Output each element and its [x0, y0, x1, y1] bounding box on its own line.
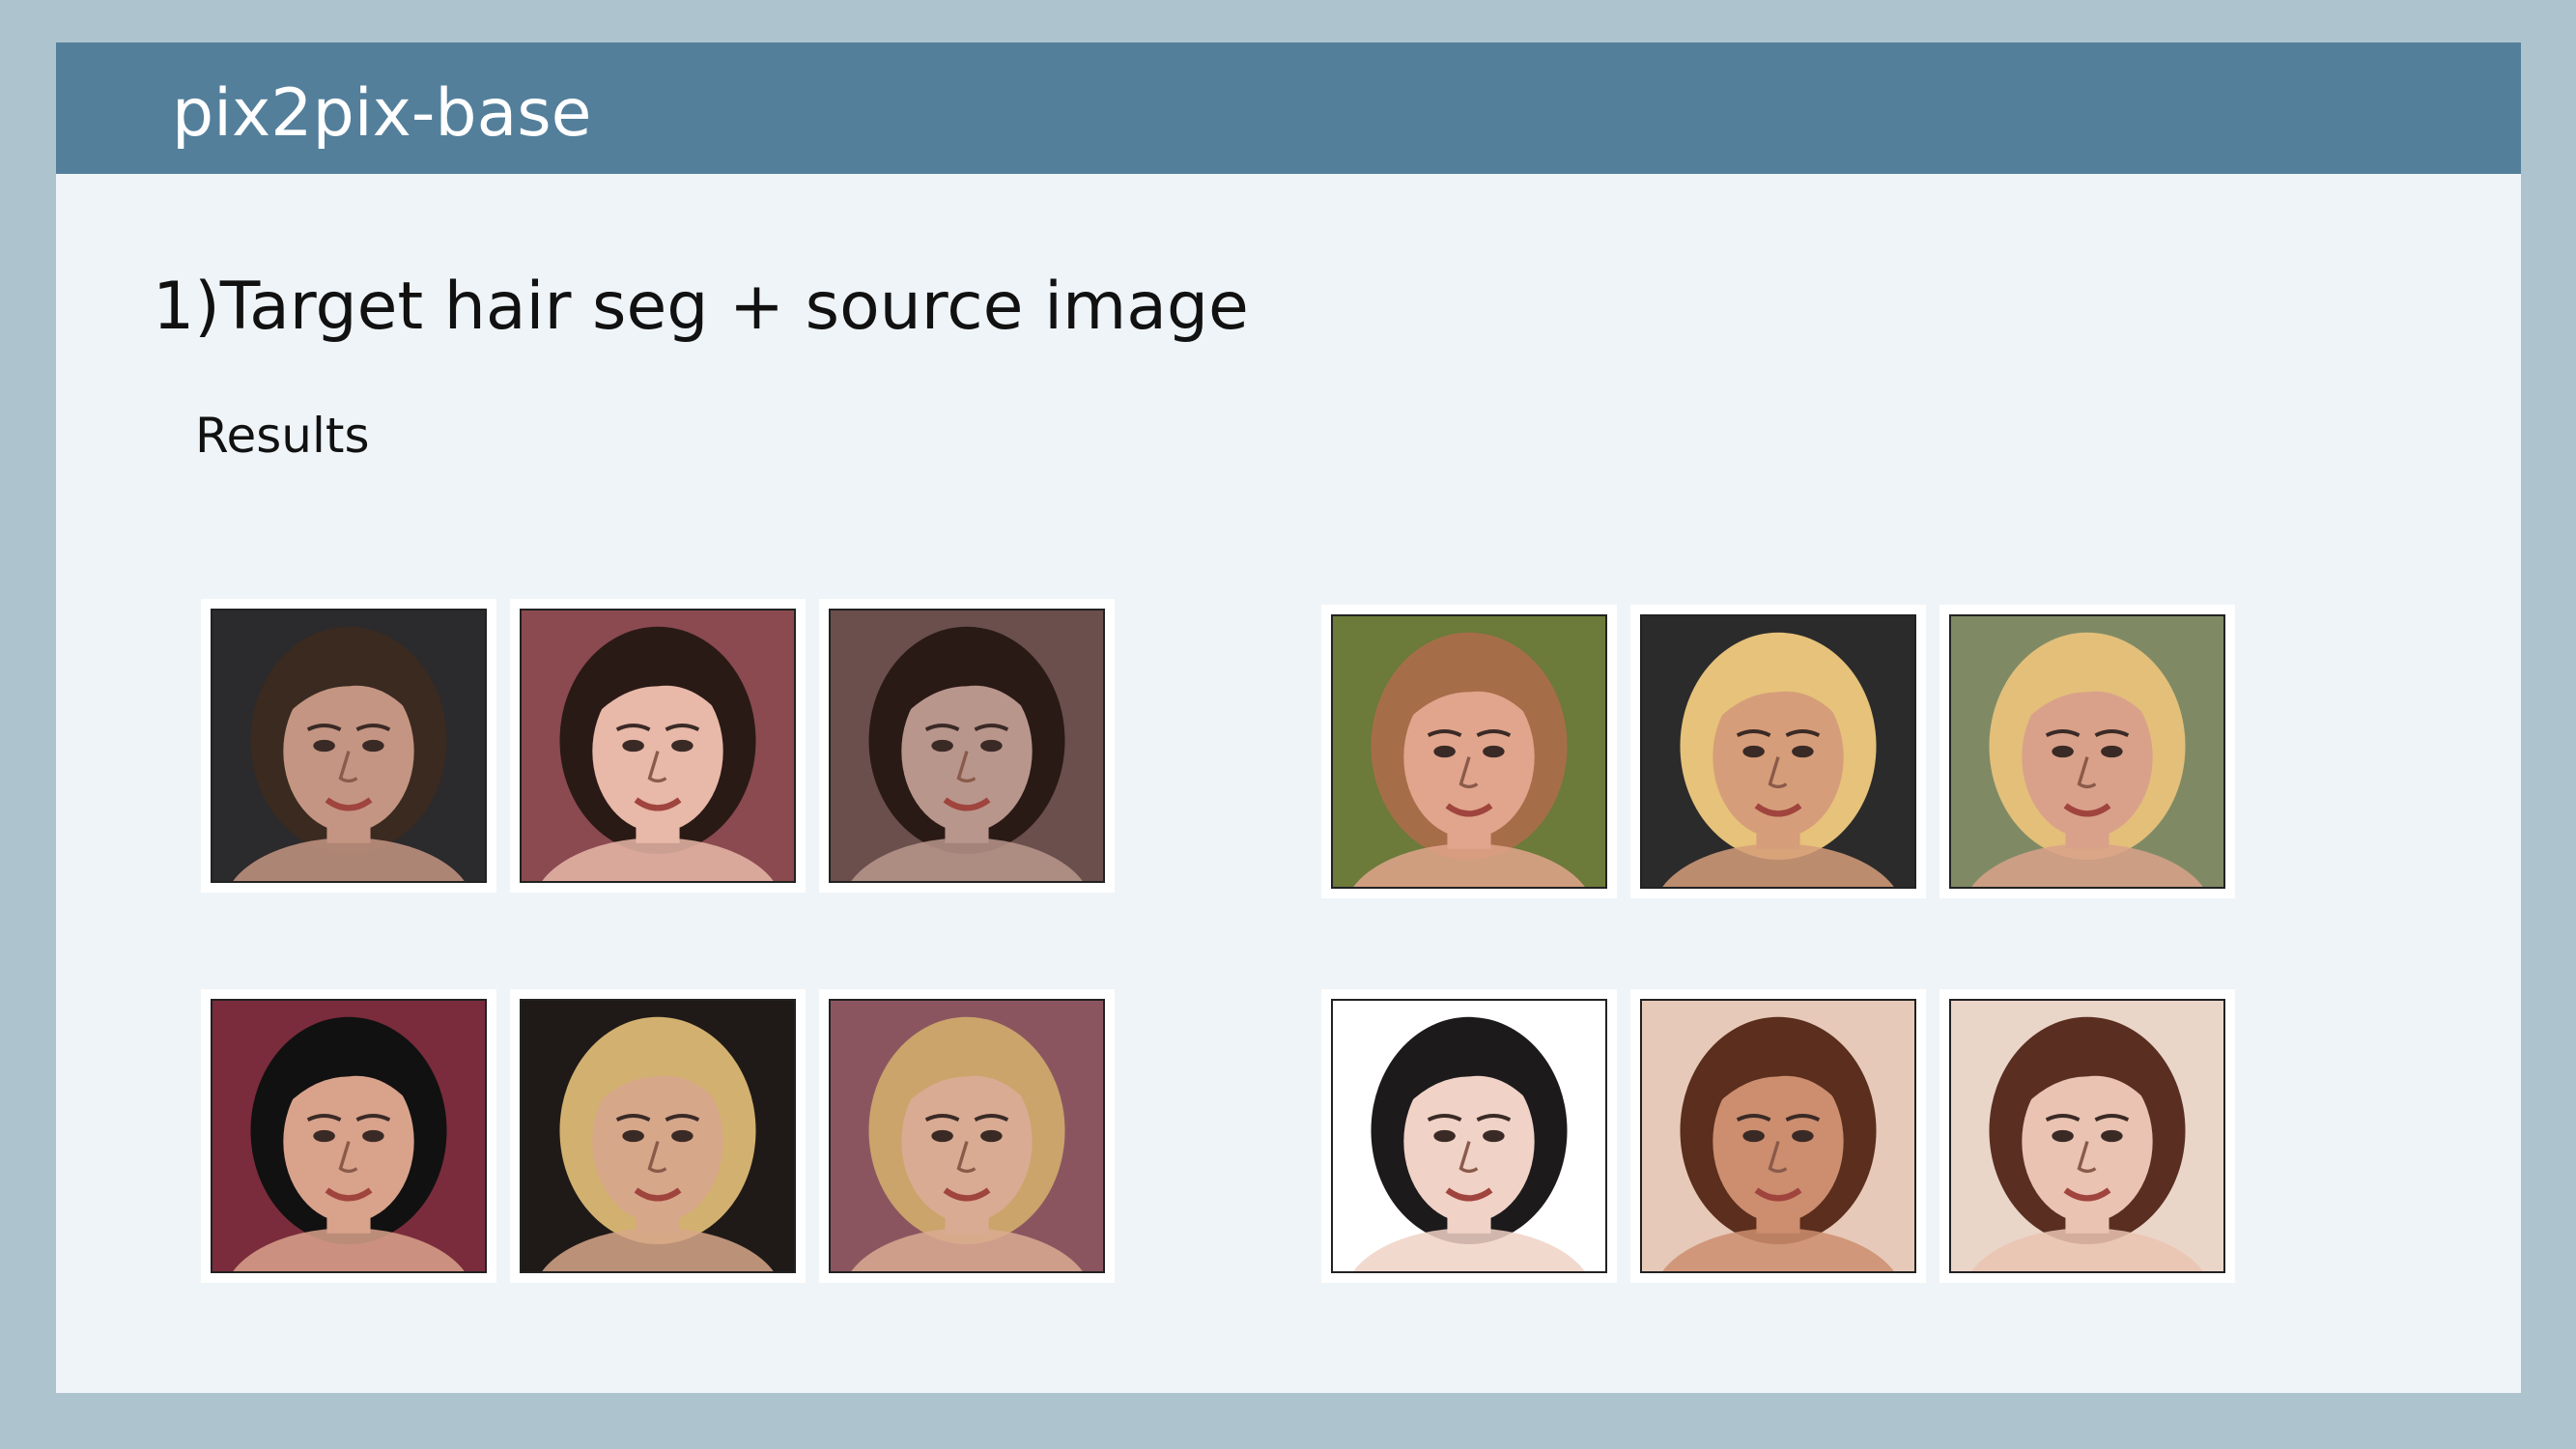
face-image-3-2 — [520, 999, 796, 1273]
face-photo-man-black-hair — [212, 1001, 485, 1271]
face-image-1-1 — [211, 609, 487, 883]
face-card — [201, 599, 496, 893]
face-image-2-2 — [1640, 614, 1916, 889]
result-group-3 — [201, 989, 1115, 1283]
face-card — [201, 989, 496, 1283]
face-photo-woman-long-dark-hair — [522, 611, 794, 881]
face-photo-woman-dark-hair — [1333, 1001, 1605, 1271]
face-image-4-1 — [1331, 999, 1607, 1273]
section-heading: 1)Target hair seg + source image — [153, 269, 1249, 345]
result-group-2 — [1321, 605, 2235, 898]
slide: pix2pix-base 1)Target hair seg + source … — [56, 43, 2521, 1393]
face-card — [819, 989, 1115, 1283]
face-card — [819, 599, 1115, 893]
face-card — [510, 989, 806, 1283]
face-image-4-3 — [1949, 999, 2225, 1273]
face-card — [510, 599, 806, 893]
face-image-3-3 — [829, 999, 1105, 1273]
results-label: Results — [195, 408, 370, 464]
face-image-4-2 — [1640, 999, 1916, 1273]
face-photo-woman-brown-hair — [1642, 1001, 1914, 1271]
face-photo-man-long-dark-hair-result — [831, 611, 1103, 881]
face-card — [1939, 605, 2235, 898]
face-photo-man-blonde-hair-result — [1951, 616, 2223, 887]
face-photo-woman-blonde-hair — [1642, 616, 1914, 887]
face-image-1-2 — [520, 609, 796, 883]
title-bar: pix2pix-base — [56, 43, 2521, 174]
face-photo-woman-brown-hair-result — [1951, 1001, 2223, 1271]
face-image-2-3 — [1949, 614, 2225, 889]
slide-title: pix2pix-base — [172, 75, 592, 152]
face-card — [1939, 989, 2235, 1283]
result-group-1 — [201, 599, 1115, 893]
face-card — [1630, 605, 1926, 898]
face-card — [1321, 989, 1617, 1283]
face-image-2-1 — [1331, 614, 1607, 889]
result-group-4 — [1321, 989, 2235, 1283]
face-photo-woman-short-blonde-hair — [522, 1001, 794, 1271]
face-photo-man-light-brown-hair — [1333, 616, 1605, 887]
face-image-3-1 — [211, 999, 487, 1273]
face-card — [1321, 605, 1617, 898]
face-card — [1630, 989, 1926, 1283]
face-image-1-3 — [829, 609, 1105, 883]
face-photo-man-short-brown-hair-beard — [212, 611, 485, 881]
face-photo-man-short-blonde-hair-result — [831, 1001, 1103, 1271]
